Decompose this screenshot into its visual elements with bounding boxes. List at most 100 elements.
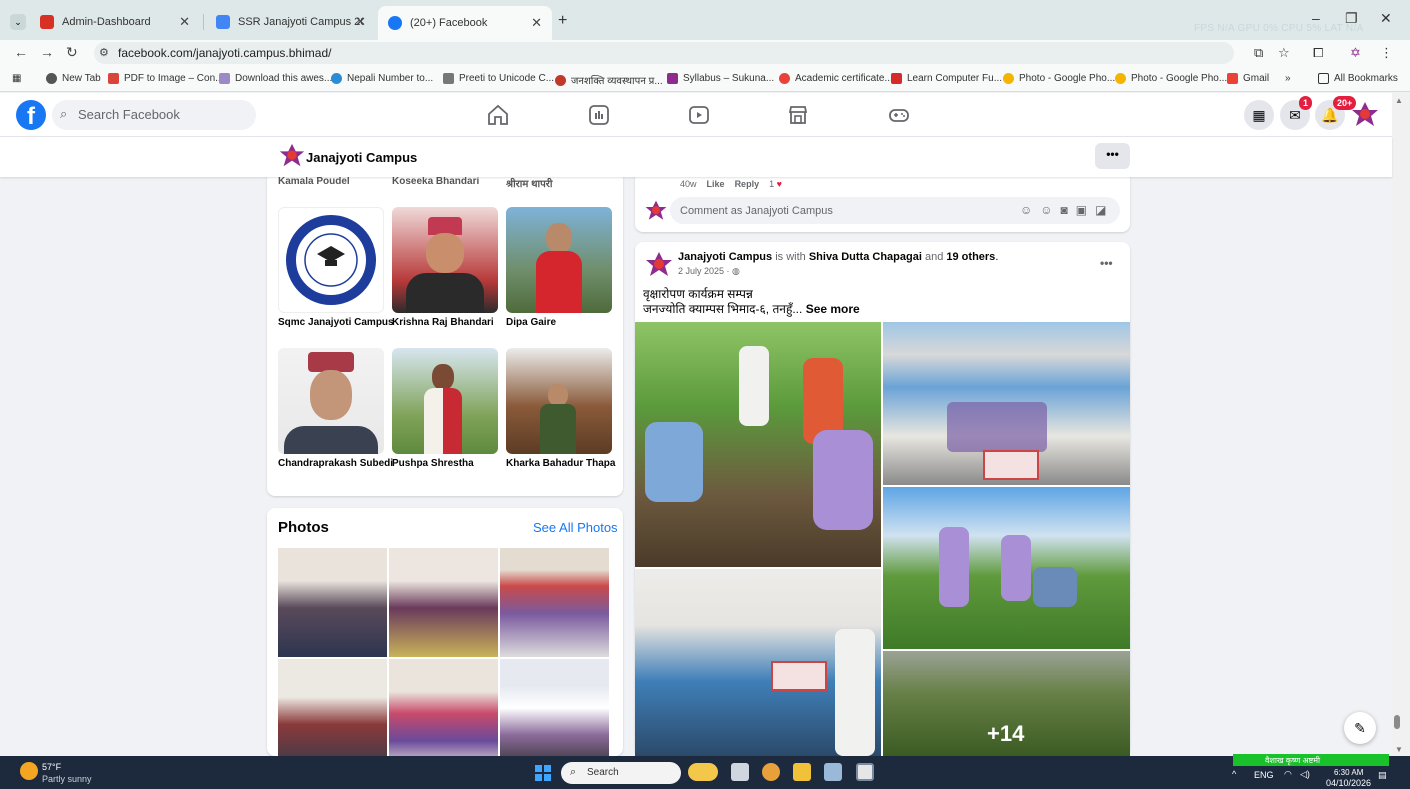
back-icon[interactable]: ←: [14, 44, 28, 60]
weather-temp[interactable]: 57°F: [42, 762, 61, 772]
windows-start-icon[interactable]: [535, 765, 551, 781]
screen-app-icon[interactable]: [856, 763, 874, 781]
friend-photo-pushpa[interactable]: [392, 348, 498, 454]
friend-name[interactable]: Dipa Gaire: [506, 317, 556, 328]
see-all-photos-link[interactable]: See All Photos: [533, 520, 618, 535]
new-tab-button[interactable]: +: [558, 12, 567, 30]
site-info-icon[interactable]: ⚙: [99, 46, 109, 59]
photo-thumbnail[interactable]: [500, 659, 609, 768]
scroll-down-icon[interactable]: ▼: [1395, 745, 1403, 754]
photo-thumbnail[interactable]: [389, 659, 498, 768]
friend-name-cut[interactable]: Kamala Poudel: [278, 176, 350, 187]
page-more-button[interactable]: •••: [1095, 143, 1130, 169]
gif-icon[interactable]: ▣: [1076, 203, 1095, 217]
file-explorer-icon[interactable]: [793, 763, 811, 781]
apps-grid-icon[interactable]: ▦: [12, 73, 21, 84]
task-view-icon[interactable]: [731, 763, 749, 781]
bookmark-new-tab[interactable]: New Tab: [46, 73, 101, 84]
forward-icon[interactable]: →: [40, 44, 54, 60]
marketplace-icon[interactable]: [786, 103, 810, 127]
post-photo-more[interactable]: +14: [883, 651, 1130, 756]
maximize-button[interactable]: ❐: [1345, 10, 1358, 27]
commenter-avatar[interactable]: [644, 199, 668, 223]
menu-grid-icon[interactable]: ▦: [1244, 100, 1274, 130]
reload-icon[interactable]: ↻: [66, 44, 78, 61]
friend-photo-krishna[interactable]: [392, 207, 498, 313]
chrome-taskbar-icon[interactable]: [762, 763, 780, 781]
post-author-link[interactable]: Janajyoti Campus: [678, 251, 772, 263]
reaction-count[interactable]: 1: [769, 179, 774, 189]
tab-facebook[interactable]: (20+) Facebook ✕: [378, 6, 552, 40]
profile-icon[interactable]: ✡: [1350, 45, 1361, 61]
see-more-link[interactable]: See more: [806, 302, 860, 316]
friend-name[interactable]: Sqmc Janajyoti Campus: [278, 317, 394, 328]
emoji-icon[interactable]: ☺: [1040, 203, 1060, 217]
friend-photo-chandraprakash[interactable]: [278, 348, 384, 454]
weather-desc[interactable]: Partly sunny: [42, 774, 92, 784]
clock-time[interactable]: 6:30 AM: [1334, 768, 1363, 777]
home-icon[interactable]: [486, 103, 510, 127]
post-date[interactable]: 2 July 2025 · ◍: [678, 266, 740, 277]
install-app-icon[interactable]: ⧉: [1254, 45, 1263, 61]
bookmark-janashakti[interactable]: जनशक्ति व्यवस्थापन प्र...: [555, 73, 663, 87]
bookmark-star-icon[interactable]: ☆: [1278, 45, 1290, 61]
camera-icon[interactable]: ◙: [1061, 203, 1076, 217]
post-photo-planting-2[interactable]: [883, 487, 1130, 649]
account-avatar[interactable]: [1350, 100, 1380, 130]
taskbar-search-input[interactable]: [561, 762, 681, 784]
close-window-button[interactable]: ✕: [1380, 10, 1392, 27]
photo-thumbnail[interactable]: [389, 548, 498, 657]
tab-search-icon[interactable]: ⌄: [10, 14, 26, 30]
reply-link[interactable]: Reply: [735, 179, 760, 189]
url-text[interactable]: facebook.com/janajyoti.campus.bhimad/: [118, 46, 331, 60]
bookmark-download[interactable]: Download this awes...: [219, 73, 332, 84]
bookmark-learn-computer[interactable]: Learn Computer Fu...: [891, 73, 1002, 84]
post-author-avatar[interactable]: [644, 250, 674, 280]
weather-icon[interactable]: [20, 762, 38, 780]
like-link[interactable]: Like: [707, 179, 725, 189]
photo-thumbnail[interactable]: [278, 548, 387, 657]
bookmark-nepali-number[interactable]: Nepali Number to...: [331, 73, 433, 84]
tab-ssr-doc[interactable]: SSR Janajyoti Campus 2082.do ✕: [206, 8, 376, 36]
tab-close-icon[interactable]: ✕: [531, 15, 542, 31]
tab-admin-dashboard[interactable]: Admin-Dashboard ✕: [30, 8, 200, 36]
notification-center-icon[interactable]: ▤: [1378, 770, 1387, 781]
tab-close-icon[interactable]: ✕: [355, 14, 366, 30]
friend-name[interactable]: Pushpa Shrestha: [392, 458, 474, 469]
extensions-icon[interactable]: ⧠: [1313, 45, 1323, 61]
scroll-up-icon[interactable]: ▲: [1395, 96, 1403, 105]
browser-menu-icon[interactable]: ⋮: [1380, 45, 1393, 61]
friend-name[interactable]: Krishna Raj Bhandari: [392, 317, 494, 328]
post-photo-building[interactable]: [883, 322, 1130, 485]
bookmark-preeti[interactable]: Preeti to Unicode C...: [443, 73, 554, 84]
clock-date[interactable]: 04/10/2026: [1326, 778, 1371, 788]
bookmark-syllabus[interactable]: Syllabus – Sukuna...: [667, 73, 774, 84]
tagged-others-link[interactable]: 19 others: [946, 251, 995, 263]
friend-name[interactable]: Kharka Bahadur Thapa: [506, 458, 615, 469]
friend-photo-sqmc[interactable]: [278, 207, 384, 313]
avatar-sticker-icon[interactable]: ☺: [1020, 203, 1040, 217]
friend-name-cut[interactable]: श्रीराम थापरी: [506, 176, 552, 190]
friend-name[interactable]: Chandraprakash Subedi: [278, 458, 393, 469]
sticker-icon[interactable]: ◪: [1095, 203, 1114, 217]
post-more-button[interactable]: •••: [1100, 256, 1113, 270]
post-photo-group[interactable]: [635, 569, 881, 756]
bookmark-pdf-to-image[interactable]: PDF to Image – Con...: [108, 73, 224, 84]
friend-name-cut[interactable]: Koseeka Bhandari: [392, 176, 479, 187]
bookmarks-overflow[interactable]: »: [1285, 73, 1291, 84]
post-photo-planting-1[interactable]: [635, 322, 881, 567]
all-bookmarks[interactable]: All Bookmarks: [1318, 73, 1398, 84]
network-app-icon[interactable]: [824, 763, 842, 781]
tab-close-icon[interactable]: ✕: [179, 14, 190, 30]
gaming-icon[interactable]: [887, 103, 911, 127]
photo-thumbnail[interactable]: [500, 548, 609, 657]
tagged-person-link[interactable]: Shiva Dutta Chapagai: [809, 251, 922, 263]
minimize-button[interactable]: –: [1312, 10, 1320, 26]
bookmark-google-photos-1[interactable]: Photo - Google Pho...: [1003, 73, 1115, 84]
friend-photo-kharka[interactable]: [506, 348, 612, 454]
scroll-thumb[interactable]: [1394, 715, 1400, 729]
photo-thumbnail[interactable]: [278, 659, 387, 768]
tray-chevron-icon[interactable]: ^: [1232, 769, 1236, 779]
friend-photo-dipa[interactable]: [506, 207, 612, 313]
search-highlight-icon[interactable]: [688, 763, 718, 781]
